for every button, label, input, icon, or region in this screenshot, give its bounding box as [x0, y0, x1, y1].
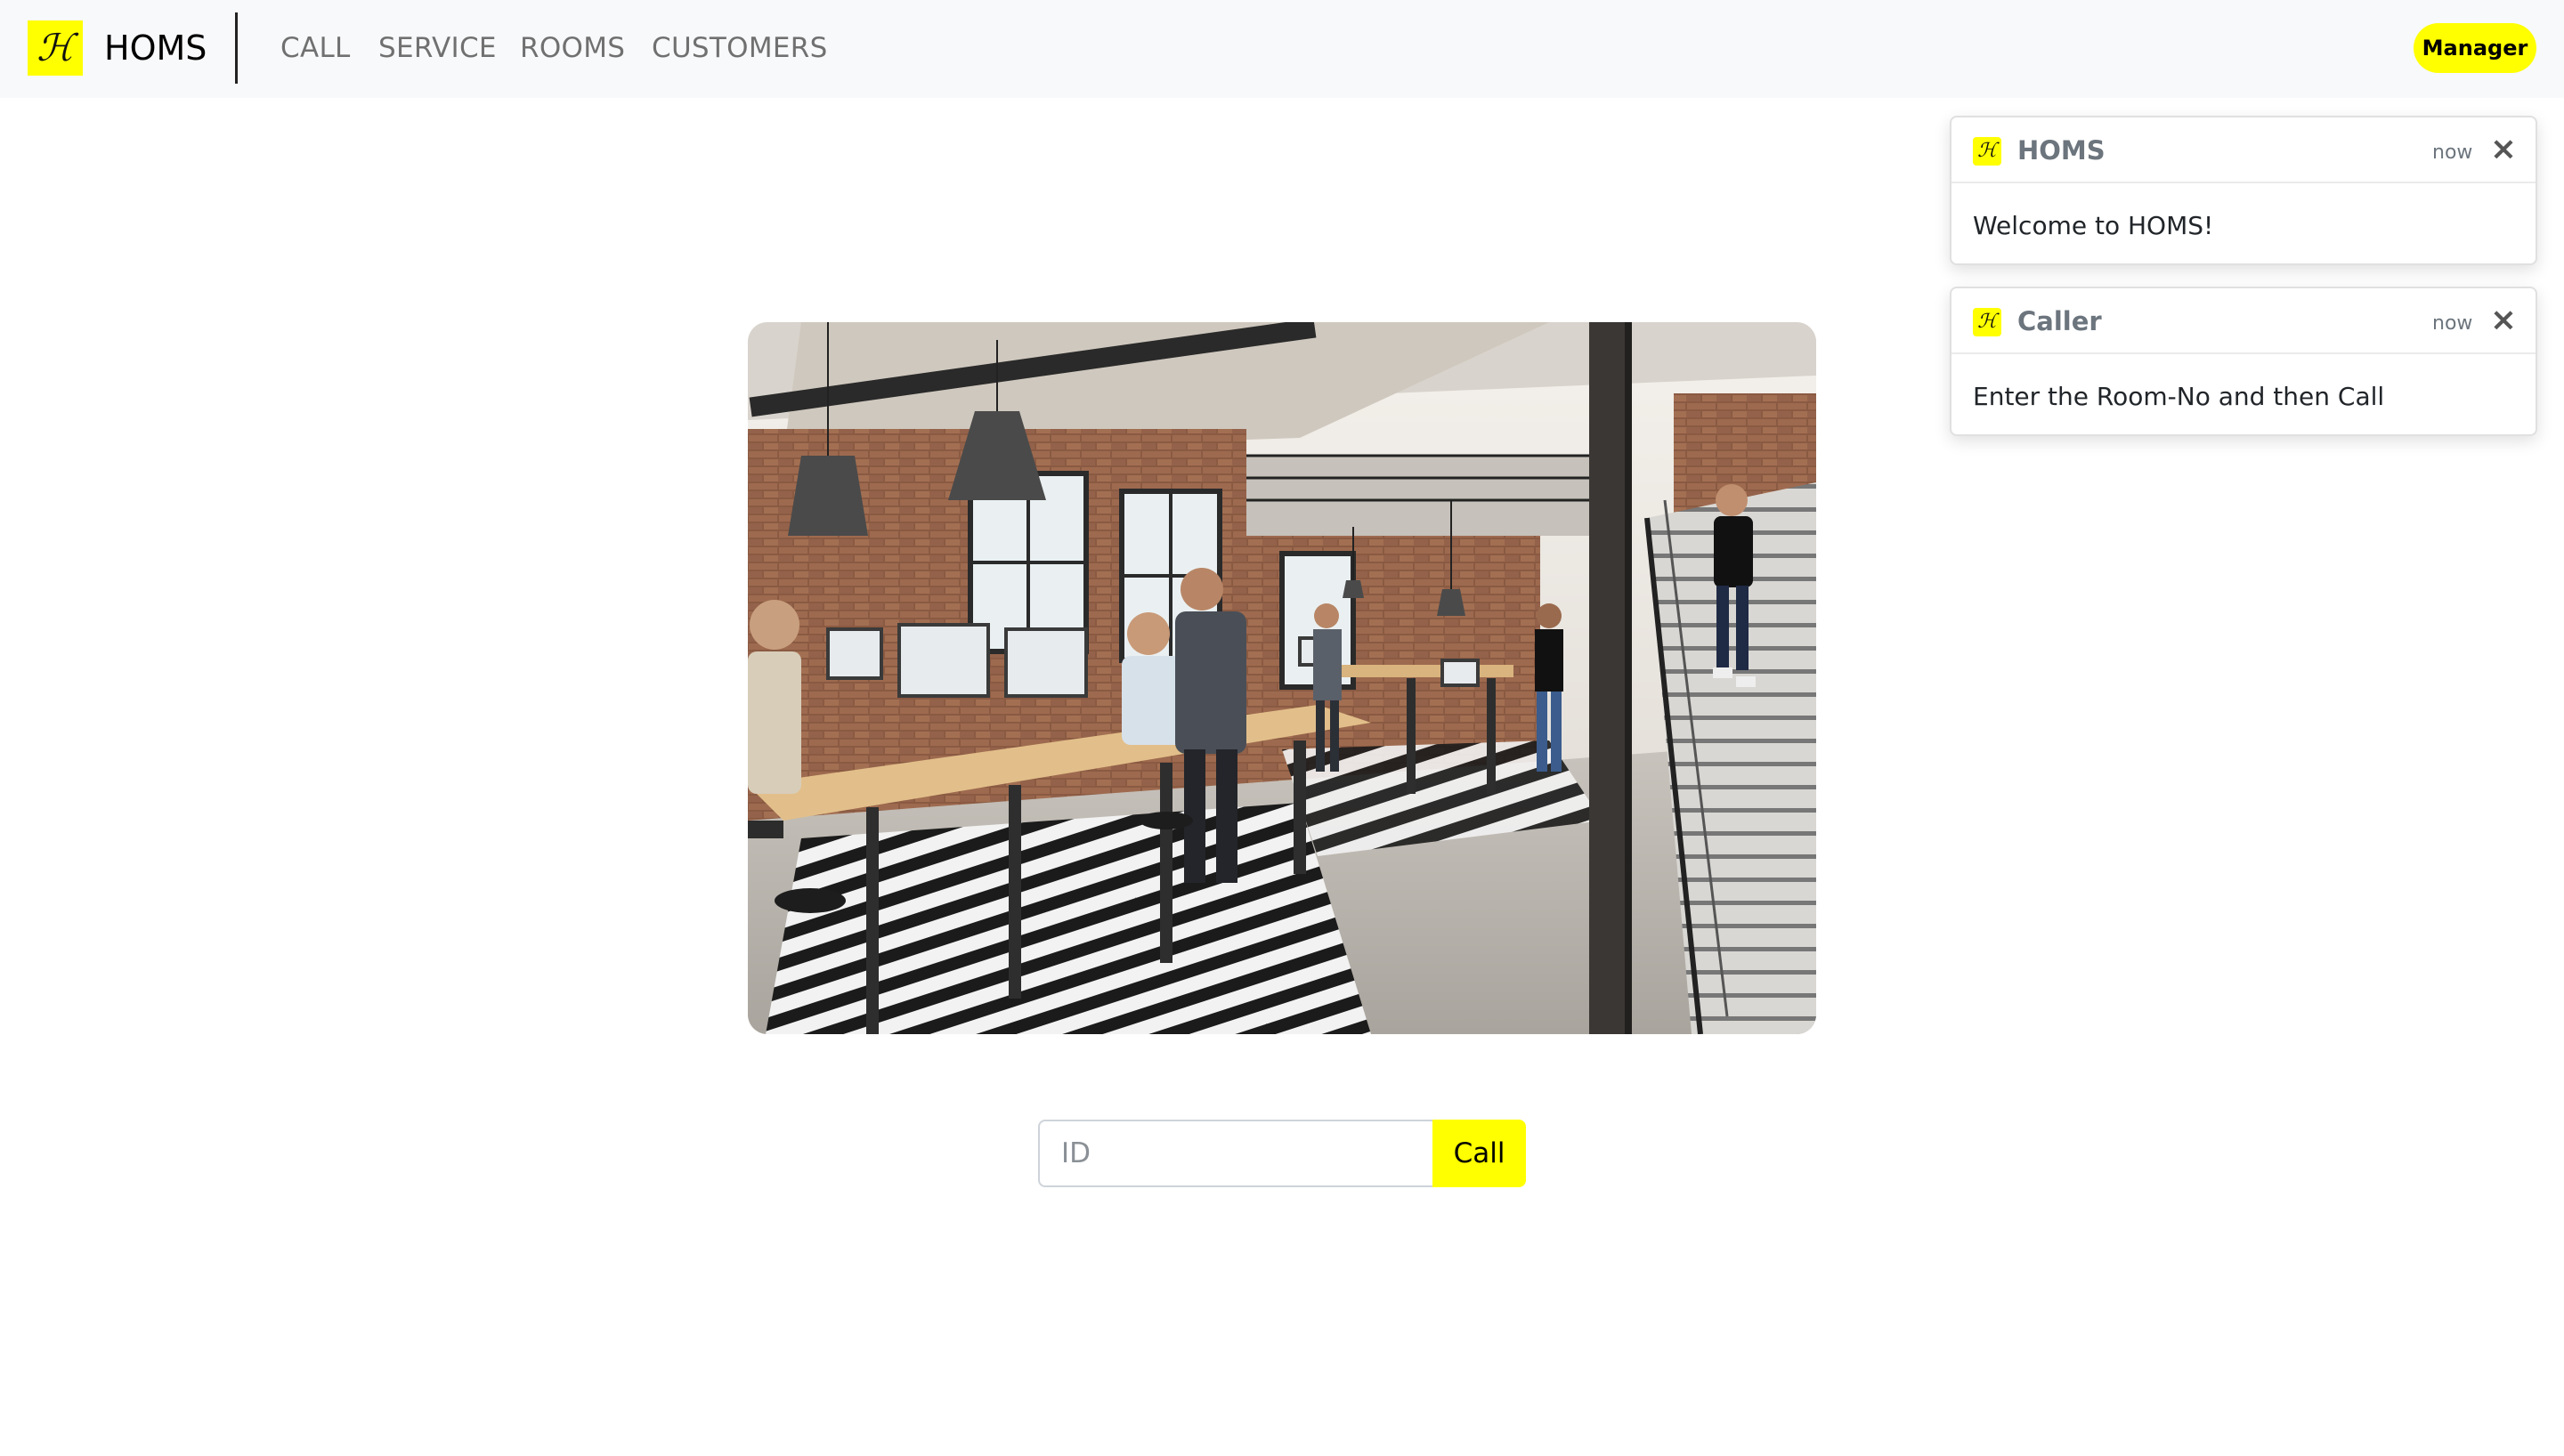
toast-time: now — [2432, 312, 2473, 335]
brand-name[interactable]: HOMS — [104, 25, 207, 71]
toast-time: now — [2432, 142, 2473, 164]
app-logo-icon: ℋ — [1973, 137, 2001, 166]
room-id-input[interactable] — [1038, 1120, 1433, 1187]
navbar: ℋ HOMS CALL SERVICE ROOMS CUSTOMERS Mana… — [0, 0, 2564, 98]
nav-link-rooms[interactable]: ROOMS — [520, 30, 625, 66]
toast-title: Caller — [2017, 306, 2102, 336]
nav-link-customers[interactable]: CUSTOMERS — [652, 30, 828, 66]
app-logo-glyph: ℋ — [1977, 311, 1997, 333]
toast-message: Enter the Room-No and then Call — [1973, 382, 2385, 411]
hero-office-image — [748, 322, 1816, 1034]
toast-header: ℋ HOMS now × — [1951, 117, 2536, 183]
close-icon[interactable]: × — [2486, 132, 2521, 167]
close-icon[interactable]: × — [2486, 303, 2521, 338]
call-button[interactable]: Call — [1432, 1120, 1526, 1187]
toast-title: HOMS — [2017, 135, 2106, 166]
nav-link-service[interactable]: SERVICE — [378, 30, 497, 66]
brand-logo-icon[interactable]: ℋ — [28, 20, 83, 76]
toast-message: Welcome to HOMS! — [1973, 211, 2214, 240]
brand-divider — [235, 12, 238, 84]
manager-button[interactable]: Manager — [2414, 23, 2536, 73]
app-logo-icon: ℋ — [1973, 308, 2001, 336]
app-logo-glyph: ℋ — [1977, 140, 1997, 162]
nav-link-call[interactable]: CALL — [280, 30, 351, 66]
brand-logo-glyph: ℋ — [37, 26, 74, 69]
toast-header: ℋ Caller now × — [1951, 288, 2536, 354]
toast-caller: ℋ Caller now × Enter the Room-No and the… — [1950, 287, 2537, 436]
toast-welcome: ℋ HOMS now × Welcome to HOMS! — [1950, 116, 2537, 265]
